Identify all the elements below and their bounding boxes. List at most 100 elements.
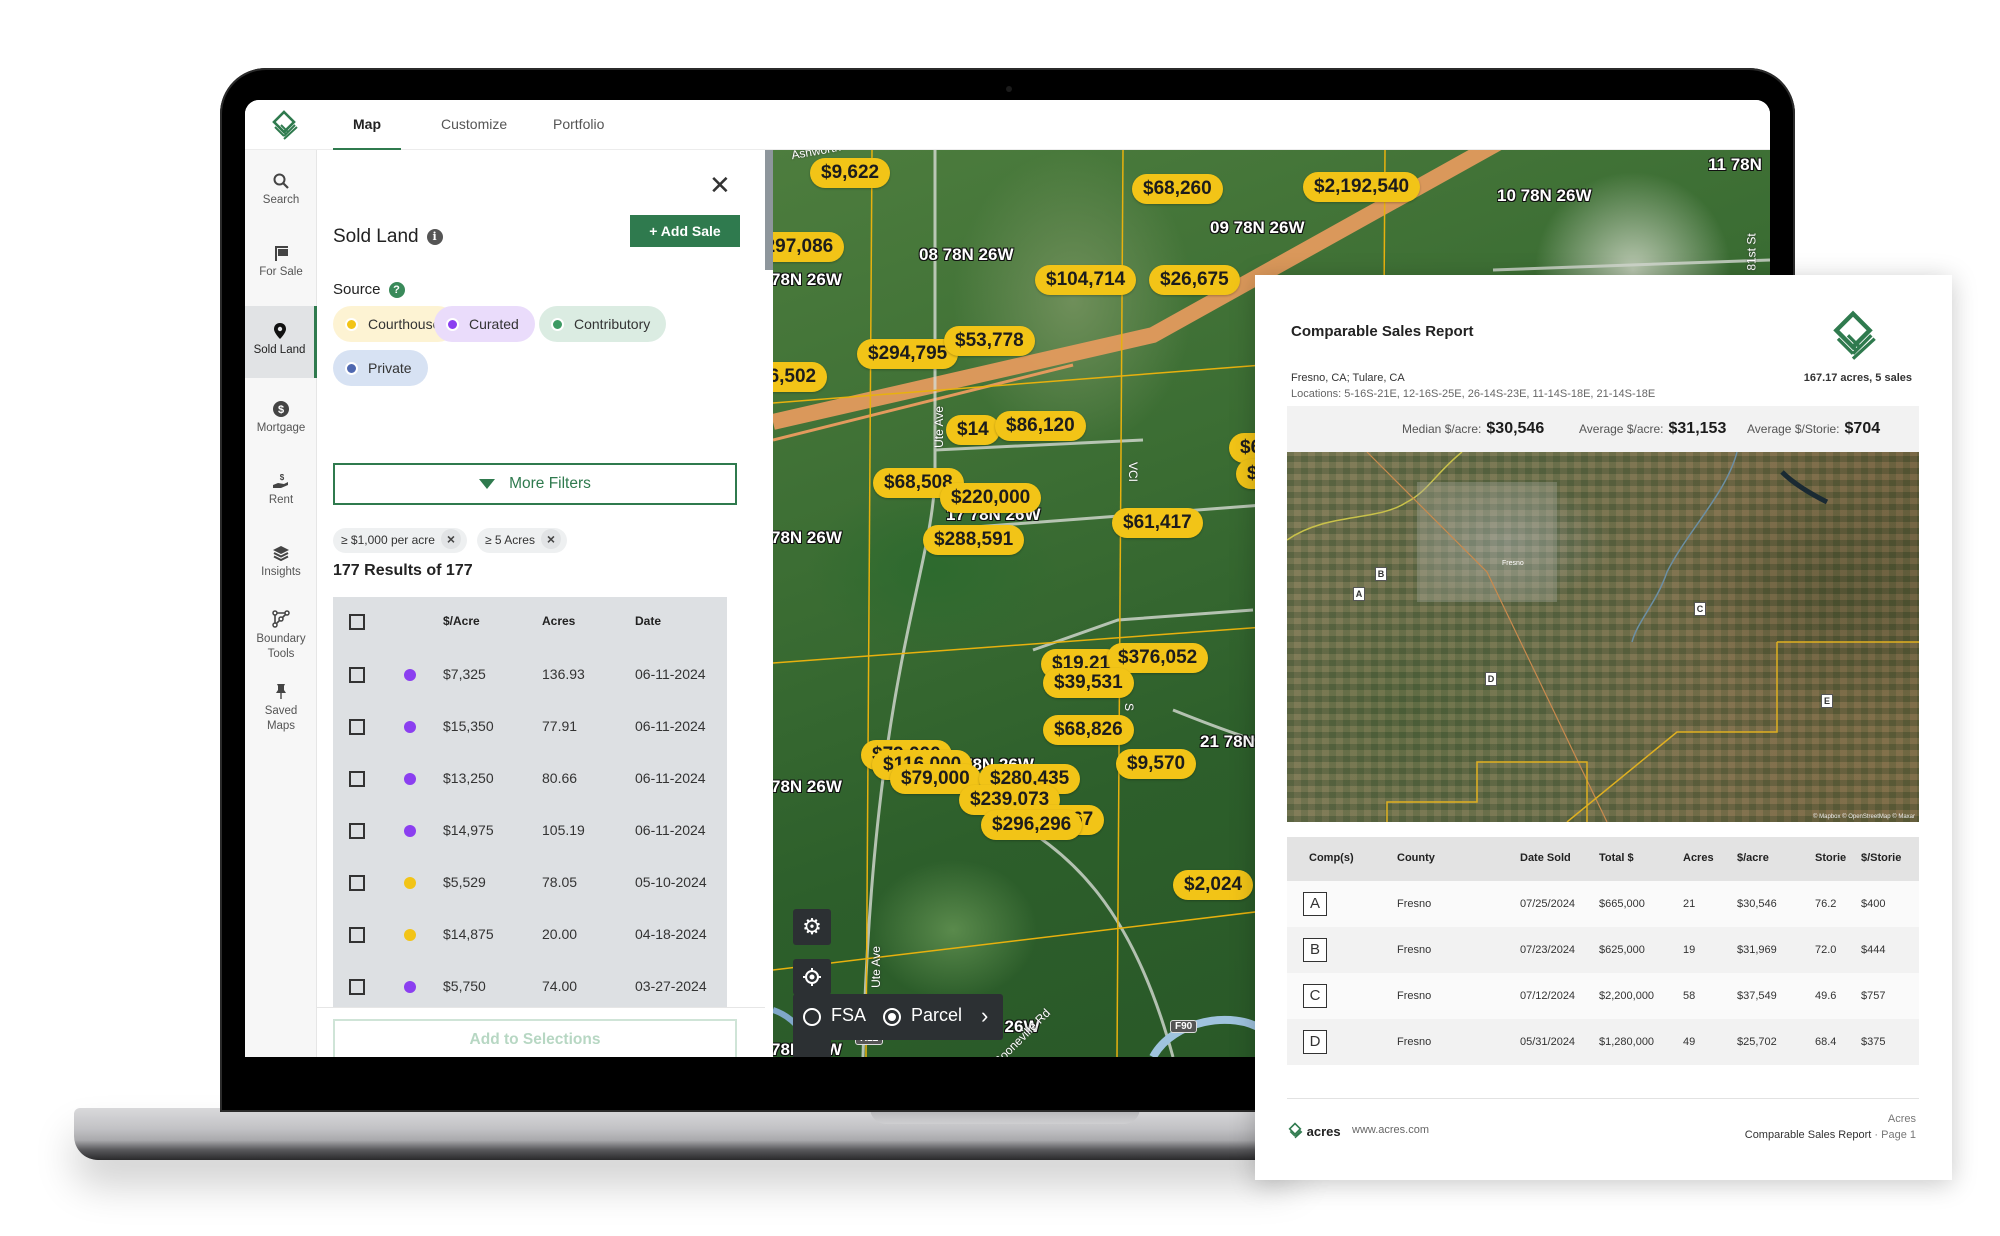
remove-filter-icon[interactable]: × [540,529,561,549]
footer-doc-name: Comparable Sales Report [1744,1129,1872,1141]
close-panel-button[interactable]: ✕ [709,172,731,198]
sale-price-marker[interactable]: $288,591 [923,525,1025,555]
table-row[interactable]: $13,250 80.66 06-11-2024 [333,753,727,805]
sidebar-item-label: Mortgage [256,422,306,434]
sale-price-marker[interactable]: $220,000 [940,483,1042,513]
for-sale-sign-icon [275,246,288,261]
table-row[interactable]: $7,325 136.93 06-11-2024 [333,649,727,701]
sidebar-item-sold-land[interactable]: Sold Land [245,306,317,378]
sidebar-item-for-sale[interactable]: For Sale [245,236,317,296]
cell-price-per-acre: $5,750 [443,978,486,994]
map-marker-b: B [1375,567,1387,581]
sale-price-marker[interactable]: $9,622 [810,158,891,188]
col-county: County [1397,852,1435,864]
tab-customize[interactable]: Customize [421,100,527,150]
table-row[interactable]: $14,875 20.00 04-18-2024 [333,909,727,961]
sale-price-marker[interactable]: $9,570 [1116,749,1197,779]
chip-label: Courthouse [368,316,441,332]
source-label-text: Source [333,281,381,298]
footer-brand-text: acres [1306,1124,1341,1139]
zoom-out-button[interactable]: − [793,1047,831,1057]
cell-per-acre: $31,969 [1737,944,1777,956]
stat-median-per-acre: Median $/acre: $30,546 [1402,420,1545,437]
header-price-per-acre[interactable]: $/Acre [443,614,480,628]
sale-price-marker[interactable]: $61,417 [1112,508,1203,538]
row-checkbox[interactable] [349,667,365,683]
filter-pill-label: ≥ $1,000 per acre [341,533,435,547]
chevron-right-icon[interactable]: › [981,1003,988,1029]
map-settings-button[interactable]: ⚙ [793,909,831,945]
section-label: 08 78N 26W [919,245,1014,264]
source-chip-curated[interactable]: Curated [434,306,535,342]
sale-price-marker[interactable]: $6,502 [773,362,828,392]
sale-price-marker[interactable]: $53,778 [944,326,1035,356]
sale-price-marker[interactable]: $14 [946,415,1000,445]
sidebar-item-insights[interactable]: Insights [245,536,317,596]
dollar-circle-icon: $ [273,401,289,417]
sale-price-marker[interactable]: $2,192,540 [1303,172,1421,202]
add-to-selections-button[interactable]: Add to Selections [333,1019,737,1057]
parcel-radio[interactable] [883,1008,901,1026]
comp-label: C [1303,984,1327,1008]
source-chip-contributory[interactable]: Contributory [539,306,667,342]
tab-portfolio[interactable]: Portfolio [533,100,624,150]
cell-total: $2,200,000 [1599,990,1655,1002]
acres-logo-icon[interactable] [269,110,299,142]
help-icon[interactable]: ? [388,282,405,298]
sidebar-item-search[interactable]: Search [245,164,317,224]
select-all-checkbox[interactable] [349,614,365,630]
table-row[interactable]: $14,975 105.19 06-11-2024 [333,805,727,857]
table-row[interactable]: $5,750 74.00 03-27-2024 [333,961,727,1007]
cell-storie: 76.2 [1815,898,1837,910]
source-dot-icon [404,669,416,681]
source-dot-icon [404,929,416,941]
row-checkbox[interactable] [349,927,365,943]
section-label: 78N 26W [773,528,842,547]
header-date[interactable]: Date [635,614,661,628]
sale-price-marker[interactable]: $86,120 [995,411,1086,441]
sale-price-marker[interactable]: $296,296 [981,810,1083,840]
sale-price-marker[interactable]: $104,714 [1035,265,1137,295]
locate-me-button[interactable] [793,959,831,995]
more-filters-button[interactable]: More Filters [333,463,737,505]
fsa-radio[interactable] [803,1008,821,1026]
cell-per-storie: $444 [1861,944,1886,956]
row-checkbox[interactable] [349,875,365,891]
row-checkbox[interactable] [349,823,365,839]
sale-price-marker[interactable]: $2,024 [1173,870,1254,900]
sale-price-marker[interactable]: $26,675 [1149,265,1240,295]
add-sale-button[interactable]: + Add Sale [630,215,740,247]
cell-storie: 72.0 [1815,944,1837,956]
source-dot-icon [404,877,416,889]
cell-per-storie: $375 [1861,1036,1886,1048]
panel-title-text: Sold Land [333,226,419,247]
row-checkbox[interactable] [349,979,365,995]
tab-map[interactable]: Map [333,100,401,150]
cell-date: 05-10-2024 [635,874,707,890]
sale-price-marker[interactable]: $68,260 [1132,174,1223,204]
row-checkbox[interactable] [349,771,365,787]
table-row[interactable]: $5,529 78.05 05-10-2024 [333,857,727,909]
stat-average-per-storie: Average $/Storie: $704 [1747,420,1881,437]
sale-price-marker[interactable]: $297,086 [773,232,845,262]
sidebar-item-label: For Sale [259,266,303,278]
sidebar-item-saved-maps[interactable]: Saved Maps [245,674,317,744]
sale-price-marker[interactable]: $39,531 [1043,668,1134,698]
sidebar-item-rent[interactable]: $ Rent [245,464,317,524]
cell-county: Fresno [1397,898,1432,910]
sidebar-item-boundary-tools[interactable]: Boundary Tools [245,602,317,672]
col-comp: Comp(s) [1309,852,1354,864]
sale-price-marker[interactable]: $294,795 [857,339,959,369]
remove-filter-icon[interactable]: × [440,529,461,549]
sale-price-marker[interactable]: $68,826 [1043,715,1134,745]
laptop-camera [1006,86,1012,92]
sidebar-item-mortgage[interactable]: $ Mortgage [245,392,317,452]
panel-scrollbar[interactable] [765,150,773,270]
cell-acres: 49 [1683,1036,1696,1048]
header-acres[interactable]: Acres [542,614,575,628]
road-label: VCI [1126,461,1141,483]
row-checkbox[interactable] [349,719,365,735]
info-icon[interactable]: i [426,229,443,245]
table-row[interactable]: $15,350 77.91 06-11-2024 [333,701,727,753]
source-chip-private[interactable]: Private [333,350,428,386]
